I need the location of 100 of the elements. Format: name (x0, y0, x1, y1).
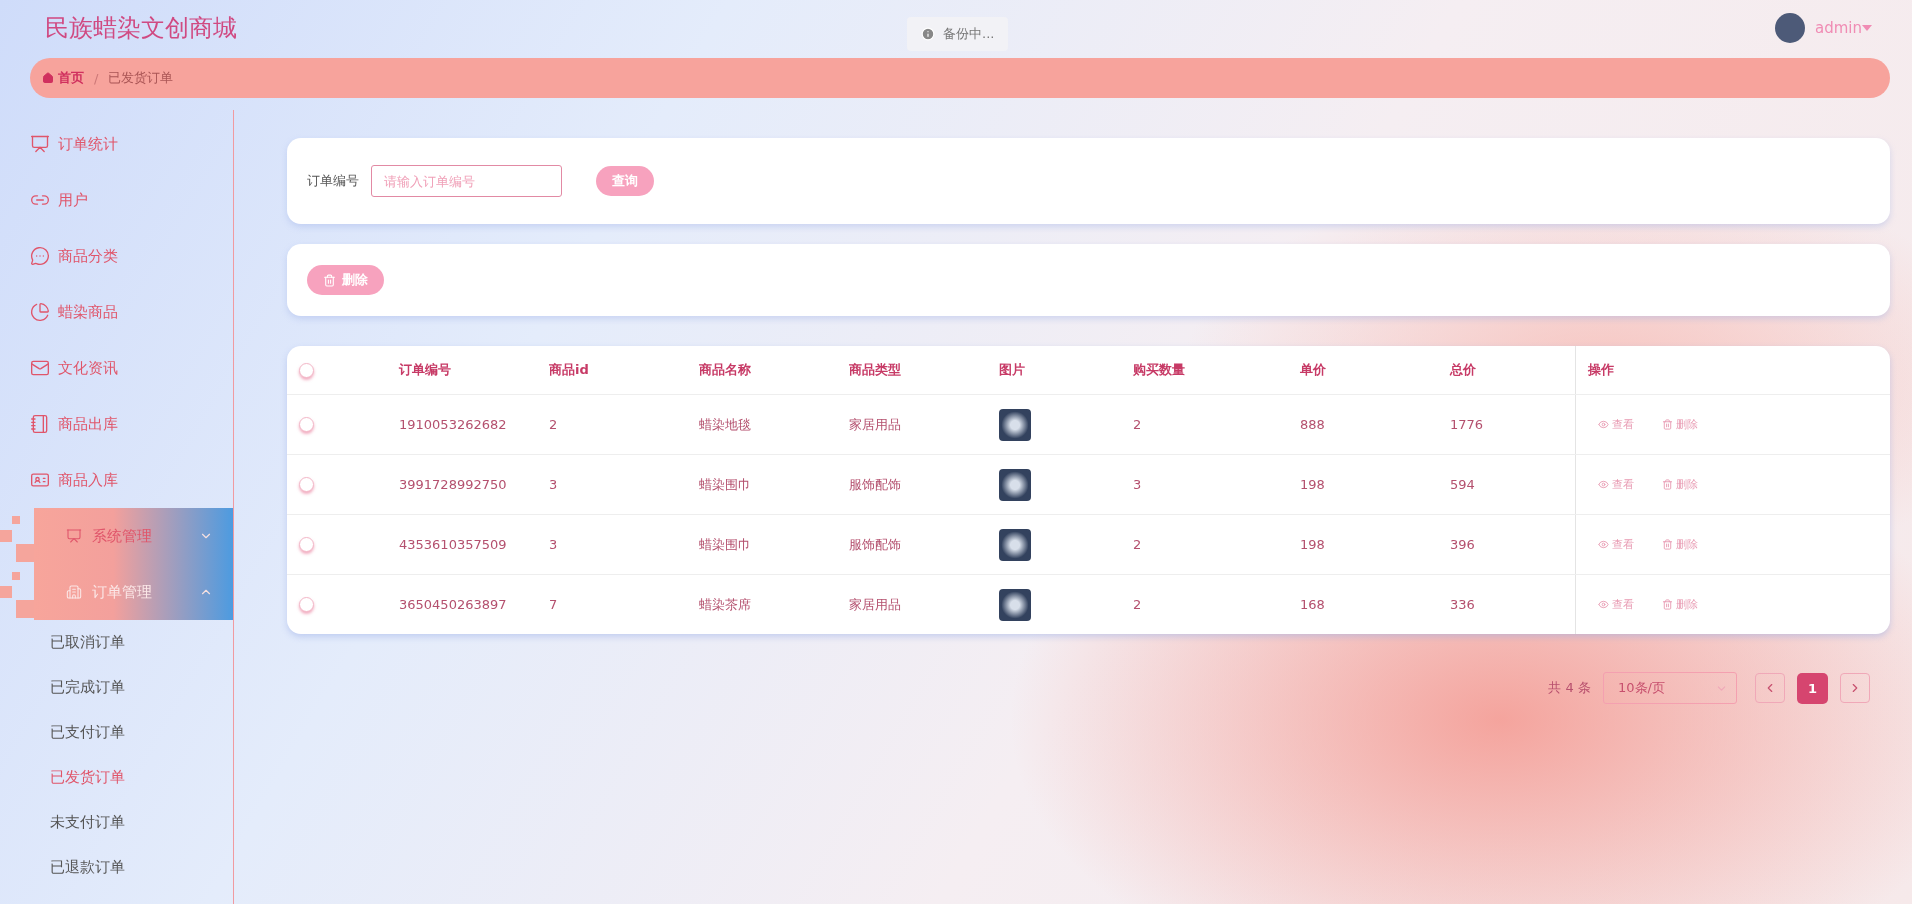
trash-icon (323, 273, 336, 287)
column-header: 购买数量 (1132, 361, 1186, 379)
photo-placeholder (999, 588, 1031, 621)
total-count: 共 4 条 (1548, 679, 1591, 697)
photo-placeholder (999, 528, 1031, 561)
table-cell-text: 594 (1449, 477, 1476, 492)
table-cell-text: 336 (1449, 597, 1476, 612)
sidebar-item[interactable]: 商品出库 (0, 396, 233, 452)
delete-link[interactable]: 删除 (1662, 417, 1698, 432)
search-button[interactable]: 查询 (596, 166, 654, 196)
eye-icon (1598, 479, 1609, 490)
notebook-icon (30, 414, 50, 434)
trash-icon (1662, 419, 1673, 430)
view-link[interactable]: 查看 (1598, 477, 1634, 492)
table-cell-text: 198 (1299, 537, 1326, 552)
column-header: 商品类型 (848, 361, 902, 379)
view-link[interactable]: 查看 (1598, 417, 1634, 432)
breadcrumb-separator: / (94, 70, 99, 86)
delete-link[interactable]: 删除 (1662, 477, 1698, 492)
sidebar-item[interactable]: 商品入库 (0, 452, 233, 508)
table-cell-text: 2 (1132, 417, 1143, 432)
chat-bubble-icon (30, 246, 50, 266)
submenu-item[interactable]: 已退款订单 (0, 845, 233, 890)
caret-icon (1862, 25, 1872, 31)
sidebar-item[interactable]: 蜡染商品 (0, 284, 233, 340)
eye-icon (1598, 419, 1609, 430)
table-cell-text: 2 (548, 417, 559, 432)
pie-chart-icon (30, 302, 50, 322)
table-cell-text: 168 (1299, 597, 1326, 612)
field-label: 订单编号 (307, 172, 359, 190)
table-cell-text: 396 (1449, 537, 1476, 552)
column-header: 总价 (1448, 361, 1477, 379)
photo-placeholder (999, 468, 1031, 501)
column-header: 订单编号 (398, 361, 452, 379)
table-cell-text: 家居用品 (848, 415, 902, 434)
easel-icon (30, 134, 50, 154)
row-checkbox[interactable] (299, 477, 314, 492)
breadcrumb-link[interactable]: 首页 (42, 69, 84, 87)
table-cell-text: 3 (1132, 477, 1143, 492)
submenu-item[interactable]: 已发货订单 (0, 755, 233, 800)
table-cell-text: 3 (548, 537, 559, 552)
sidebar-item[interactable]: 商品分类 (0, 228, 233, 284)
delete-link[interactable]: 删除 (1662, 537, 1698, 552)
table-cell-text: 1910053262682 (398, 417, 508, 432)
trash-icon (1662, 539, 1673, 550)
eye-icon (1598, 599, 1609, 610)
photo-placeholder (999, 408, 1031, 441)
view-link[interactable]: 查看 (1598, 597, 1634, 612)
row-checkbox[interactable] (299, 417, 314, 432)
sidebar-group[interactable]: 系统管理 (34, 508, 233, 564)
row-checkbox[interactable] (299, 537, 314, 552)
table-cell-text: 蜡染围巾 (698, 475, 752, 494)
page-size-select[interactable]: 10条/页 (1603, 672, 1737, 704)
column-header: 商品名称 (698, 361, 752, 379)
column-header: 图片 (998, 361, 1026, 379)
select-all-checkbox[interactable] (299, 362, 314, 378)
table-cell-text: 4353610357509 (398, 537, 508, 552)
page-button[interactable]: 1 (1797, 672, 1828, 704)
order-number-field[interactable]: 请输入订单编号 (371, 165, 562, 197)
column-header: 单价 (1299, 361, 1327, 379)
easel-icon (66, 528, 82, 544)
next-page-button[interactable] (1840, 673, 1870, 703)
table-cell-text: 蜡染茶席 (698, 595, 752, 614)
user-menu[interactable]: admin (1815, 19, 1872, 37)
trash-icon (1662, 479, 1673, 490)
table-cell-text: 198 (1299, 477, 1326, 492)
breadcrumb-current: 已发货订单 (108, 69, 174, 87)
table-cell-text: 蜡染地毯 (698, 415, 752, 434)
table-cell-text: 蜡染围巾 (698, 535, 752, 554)
envelope-icon (30, 358, 50, 378)
table-cell-text: 家居用品 (848, 595, 902, 614)
table-cell-text: 3 (548, 477, 559, 492)
backup-notice: 备份中... (907, 17, 1009, 51)
submenu-item[interactable]: 未支付订单 (0, 800, 233, 845)
table-cell-text: 3650450263897 (398, 597, 508, 612)
trash-icon (1662, 599, 1673, 610)
delete-button[interactable]: 删除 (307, 265, 384, 295)
submenu-item[interactable]: 已支付订单 (0, 710, 233, 755)
delete-link[interactable]: 删除 (1662, 597, 1698, 612)
table-cell-text: 2 (1132, 597, 1143, 612)
submenu-item[interactable]: 已完成订单 (0, 665, 233, 710)
view-link[interactable]: 查看 (1598, 537, 1634, 552)
home-icon (42, 72, 54, 84)
column-header: 操作 (1575, 346, 1890, 394)
sidebar-item[interactable]: 文化资讯 (0, 340, 233, 396)
submenu-item[interactable]: 已取消订单 (0, 620, 233, 665)
table-cell-text: 2 (1132, 537, 1143, 552)
row-checkbox[interactable] (299, 597, 314, 612)
sidebar-item[interactable]: 订单统计 (0, 116, 233, 172)
user-avatar[interactable] (1775, 13, 1805, 43)
sidebar-group[interactable]: 订单管理 (34, 564, 233, 620)
previous-page-button[interactable] (1755, 673, 1785, 703)
table-cell-text: 888 (1299, 417, 1326, 432)
info-icon (921, 27, 935, 41)
sidebar-item[interactable]: 用户 (0, 172, 233, 228)
table-cell-text: 1776 (1449, 417, 1485, 432)
table-cell-text: 服饰配饰 (848, 475, 902, 494)
column-header: 商品id (548, 361, 590, 379)
table-cell-text: 服饰配饰 (848, 535, 902, 554)
table-cell-text: 7 (548, 597, 559, 612)
